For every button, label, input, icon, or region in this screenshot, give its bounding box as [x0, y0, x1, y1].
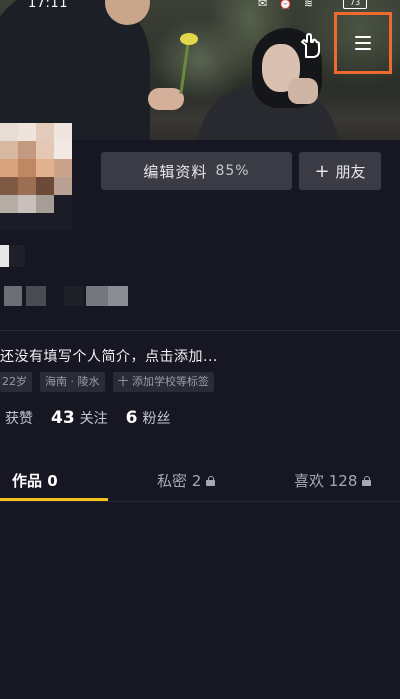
add-friend-label: 朋友: [335, 162, 366, 181]
avatar-pixel: [0, 213, 18, 231]
avatar-pixel: [36, 123, 54, 141]
profile-tags: 22岁 海南 · 陵水 十 添加学校等标签: [0, 372, 214, 392]
battery-icon: 73: [343, 0, 367, 9]
tab-works[interactable]: 作品 0: [12, 470, 58, 491]
cover-flower: [180, 33, 198, 45]
stat-following-label[interactable]: 关注: [80, 408, 108, 428]
avatar-pixel: [0, 123, 18, 141]
plus-icon: +: [314, 160, 330, 182]
edit-profile-progress: 85%: [215, 163, 250, 179]
tag-location: 海南 · 陵水: [40, 372, 105, 392]
avatar-pixel: [54, 213, 72, 231]
lock-icon: [362, 475, 372, 486]
stat-followers-value[interactable]: 6: [126, 408, 138, 428]
stat-following-value[interactable]: 43: [51, 408, 75, 428]
tab-likes[interactable]: 喜欢 128: [294, 470, 372, 491]
avatar-pixel: [54, 159, 72, 177]
nickname-blurred-part: [9, 245, 25, 267]
add-friend-button[interactable]: + 朋友: [299, 152, 381, 190]
avatar-pixel: [36, 141, 54, 159]
tag-age: 22岁: [0, 372, 32, 392]
avatar-pixel: [18, 123, 36, 141]
lock-icon: [206, 475, 216, 486]
status-icons: ✉ ⏰ ≋: [258, 0, 318, 10]
avatar-pixel: [0, 159, 18, 177]
avatar-pixel: [54, 141, 72, 159]
tab-works-label: 作品 0: [12, 472, 58, 490]
user-id-blurred: [4, 286, 22, 306]
tab-likes-label: 喜欢 128: [294, 472, 358, 490]
divider: [0, 330, 400, 331]
avatar-pixel: [18, 141, 36, 159]
avatar-pixel: [18, 213, 36, 231]
avatar-pixel: [36, 213, 54, 231]
pointing-hand-icon[interactable]: [296, 30, 326, 60]
hamburger-menu-icon: [355, 32, 371, 54]
cover-person-right-hand: [288, 78, 318, 104]
nickname-blurred: [0, 245, 9, 267]
avatar-pixel: [18, 159, 36, 177]
bio-text[interactable]: 还没有填写个人简介，点击添加...: [0, 346, 218, 366]
avatar-pixel: [0, 195, 18, 213]
avatar-pixel: [18, 195, 36, 213]
tab-private-label: 私密 2: [157, 472, 202, 490]
stat-followers-label[interactable]: 粉丝: [143, 408, 171, 428]
user-id-blurred-part: [26, 286, 46, 306]
avatar-pixel: [54, 123, 72, 141]
avatar-pixel: [0, 177, 18, 195]
avatar-pixel: [36, 195, 54, 213]
tag-add-school[interactable]: 十 添加学校等标签: [112, 372, 214, 392]
status-time: 17:11: [28, 0, 68, 11]
avatar-pixel: [54, 177, 72, 195]
user-id-blurred-part: [86, 286, 108, 306]
user-id-blurred-part: [64, 286, 84, 306]
avatar-pixel: [0, 141, 18, 159]
avatar[interactable]: [0, 123, 72, 231]
avatar-pixel: [54, 195, 72, 213]
avatar-pixel: [18, 177, 36, 195]
tab-divider: [0, 501, 400, 502]
edit-profile-label: 编辑资料: [143, 162, 208, 181]
stat-likes-label[interactable]: 获赞: [5, 408, 33, 428]
menu-button[interactable]: [334, 12, 392, 74]
profile-stats: 获赞 43 关注 6 粉丝: [0, 408, 171, 428]
tab-private[interactable]: 私密 2: [157, 470, 216, 491]
avatar-pixel: [36, 177, 54, 195]
edit-profile-button[interactable]: 编辑资料 85%: [101, 152, 292, 190]
avatar-pixel: [36, 159, 54, 177]
user-id-blurred-part: [108, 286, 128, 306]
